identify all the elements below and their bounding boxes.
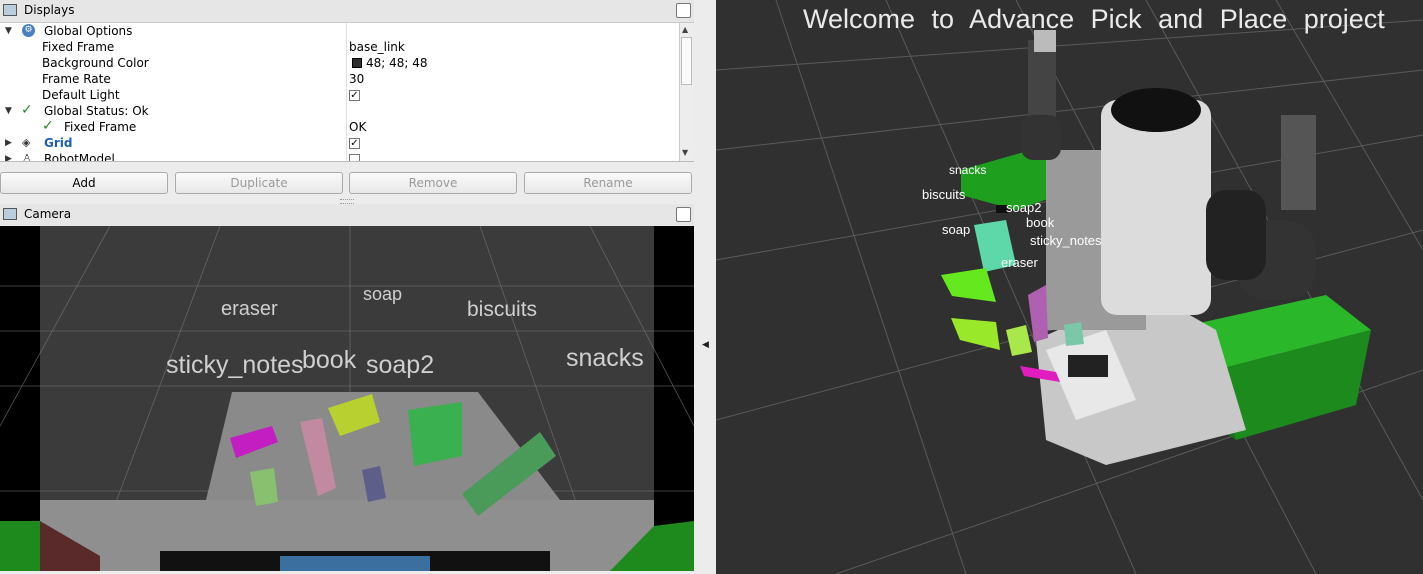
grid-icon: ◈	[22, 136, 31, 149]
label-3d-sticky-notes: sticky_notes	[1030, 233, 1102, 248]
duplicate-button[interactable]: Duplicate	[175, 172, 343, 194]
float-panel-button[interactable]	[676, 3, 691, 18]
label-3d-biscuits: biscuits	[922, 187, 966, 202]
tree-row-global-options[interactable]: ▼ ⚙ Global Options	[0, 23, 679, 39]
camera-label-snacks: snacks	[566, 344, 644, 372]
label-3d-soap2: soap2	[1006, 200, 1042, 215]
collapse-left-icon[interactable]: ◀	[702, 340, 709, 350]
remove-button[interactable]: Remove	[349, 172, 517, 194]
monitor-icon	[3, 4, 17, 16]
frame-rate-value[interactable]: 30	[349, 71, 364, 87]
label-3d-snacks: snacks	[949, 163, 987, 177]
camera-label-eraser: eraser	[221, 298, 278, 320]
tree-row-frame-rate[interactable]: Frame Rate 30	[0, 71, 679, 87]
tree-label: RobotModel	[44, 152, 115, 162]
camera-view[interactable]: eraser soap biscuits sticky_notes book s…	[0, 226, 694, 571]
displays-tree: ▼ ⚙ Global Options Fixed Frame base_link…	[0, 23, 694, 162]
scroll-thumb[interactable]	[681, 37, 692, 85]
color-swatch[interactable]	[352, 58, 362, 68]
add-button[interactable]: Add	[0, 172, 168, 194]
render-3d-view[interactable]: Welcome to Advance Pick and Place projec…	[716, 0, 1423, 574]
camera-label-soap2: soap2	[366, 351, 435, 379]
tree-label: Global Options	[44, 24, 133, 38]
camera-title: Camera	[24, 207, 72, 221]
camera-label-book: book	[302, 346, 357, 374]
expand-arrow-icon[interactable]: ▼	[5, 103, 12, 119]
scroll-down-icon[interactable]: ▼	[682, 148, 688, 157]
tree-row-status-fixed-frame[interactable]: ✓ Fixed Frame OK	[0, 118, 679, 135]
scroll-up-icon[interactable]: ▲	[682, 25, 688, 34]
collapse-arrow-icon[interactable]: ▶	[5, 135, 12, 151]
tree-row-fixed-frame[interactable]: Fixed Frame base_link	[0, 39, 679, 55]
panel-splitter[interactable]: ◀	[694, 0, 716, 574]
tree-row-grid[interactable]: ▶ ◈ Grid ✓	[0, 135, 679, 151]
collapse-arrow-icon[interactable]: ▶	[5, 151, 12, 161]
camera-scene	[0, 226, 694, 571]
camera-label-biscuits: biscuits	[467, 298, 538, 321]
check-icon: ✓	[21, 102, 33, 118]
float-panel-button[interactable]	[676, 207, 691, 222]
camera-label-soap: soap	[363, 284, 403, 304]
tree-row-default-light[interactable]: Default Light ✓	[0, 87, 679, 103]
rename-button[interactable]: Rename	[524, 172, 692, 194]
tree-row-background-color[interactable]: Background Color 48; 48; 48	[0, 55, 679, 71]
camera-panel-header: Camera	[0, 204, 694, 227]
welcome-banner: Welcome to Advance Pick and Place projec…	[803, 4, 1385, 34]
label-3d-eraser: eraser	[1001, 255, 1038, 270]
default-light-checkbox[interactable]: ✓	[349, 90, 360, 101]
tree-label: Global Status: Ok	[44, 104, 149, 118]
displays-title: Displays	[24, 3, 75, 17]
tree-row-robot-model[interactable]: ▶ ♙ RobotModel	[0, 151, 679, 162]
robot-model-checkbox[interactable]	[349, 154, 360, 161]
camera-label-sticky-notes: sticky_notes	[166, 351, 304, 379]
tree-label: Fixed Frame	[42, 40, 115, 54]
grid-checkbox[interactable]: ✓	[349, 138, 360, 149]
tree-label: Frame Rate	[42, 72, 111, 86]
fixed-frame-value[interactable]: base_link	[349, 39, 405, 55]
displays-panel-header: Displays	[0, 0, 694, 23]
status-value: OK	[349, 120, 367, 134]
background-color-value[interactable]: 48; 48; 48	[366, 55, 428, 71]
check-icon: ✓	[42, 118, 54, 134]
camera-icon	[3, 208, 17, 220]
gear-icon: ⚙	[22, 24, 35, 37]
robot-scene	[716, 0, 1423, 574]
tree-scrollbar[interactable]: ▲ ▼	[679, 23, 694, 161]
tree-label: Default Light	[42, 88, 120, 102]
tree-label: Grid	[44, 136, 73, 150]
tree-label: Background Color	[42, 56, 149, 70]
tree-label: Fixed Frame	[64, 120, 137, 134]
tree-row-global-status[interactable]: ▼ ✓ Global Status: Ok	[0, 102, 679, 119]
label-3d-soap: soap	[942, 222, 971, 237]
label-3d-book: book	[1026, 215, 1055, 230]
expand-arrow-icon[interactable]: ▼	[5, 23, 12, 39]
robot-icon: ♙	[22, 152, 32, 162]
